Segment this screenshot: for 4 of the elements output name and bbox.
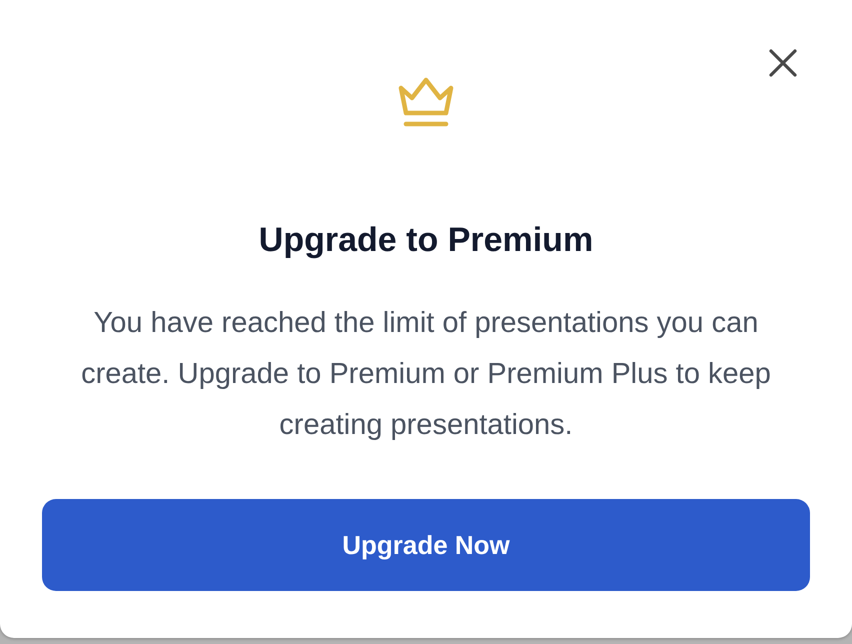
close-icon	[768, 48, 798, 78]
dialog-title: Upgrade to Premium	[258, 220, 594, 260]
upgrade-now-button[interactable]: Upgrade Now	[42, 499, 810, 591]
dialog-message: You have reached the limit of presentations you can create. Upgrade to Premium or Premium Plus to keep creating presentations.	[80, 306, 772, 443]
